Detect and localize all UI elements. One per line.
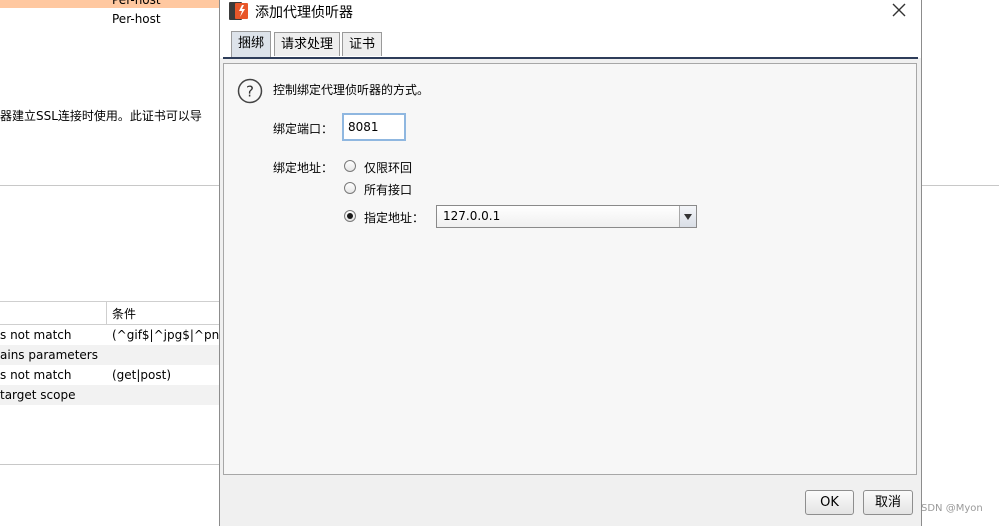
chevron-down-icon[interactable] — [679, 206, 696, 227]
help-icon: ? — [237, 78, 263, 107]
help-text: 控制绑定代理侦听器的方式。 — [273, 83, 430, 97]
dialog-title: 添加代理侦听器 — [255, 5, 353, 21]
list-item[interactable]: Per-host — [0, 9, 220, 29]
description-text: 器建立SSL连接时使用。此证书可以导 — [0, 109, 202, 123]
column-header-condition[interactable]: 条件 — [112, 305, 136, 322]
radio-label: 指定地址： — [364, 211, 425, 225]
table-cell: ains parameters — [0, 348, 98, 362]
title-bar[interactable]: 添加代理侦听器 — [220, 0, 921, 22]
svg-text:?: ? — [246, 83, 254, 101]
column-divider — [106, 302, 107, 324]
radio-button[interactable] — [344, 160, 356, 172]
close-icon[interactable] — [890, 1, 908, 19]
radio-label: 仅限环回 — [364, 161, 413, 175]
tab-certificate[interactable]: 证书 — [342, 32, 383, 56]
table-row[interactable]: ains parameters — [0, 345, 220, 365]
table-row[interactable]: s not match (^gif$|^jpg$|^png$|^c — [0, 325, 220, 345]
address-select[interactable]: 127.0.0.1 — [436, 205, 697, 228]
table-row[interactable]: s not match (get|post) — [0, 365, 220, 385]
table-row[interactable]: target scope — [0, 385, 220, 405]
app-logo-icon — [229, 2, 249, 23]
divider — [922, 185, 999, 186]
table-cell: s not match — [0, 328, 72, 342]
add-proxy-listener-dialog: 添加代理侦听器 捆绑 请求处理 证书 ? 控制绑定代理侦听器的方式。 绑定端口：… — [219, 0, 922, 526]
table-cell: (get|post) — [112, 368, 172, 382]
watermark: CSDN @Myon⁠ — [914, 503, 983, 514]
table-cell: (^gif$|^jpg$|^png$|^c — [112, 328, 220, 342]
port-input[interactable] — [342, 113, 406, 141]
port-label: 绑定端口： — [273, 122, 334, 136]
tab-binding[interactable]: 捆绑 — [231, 31, 272, 57]
table-cell: target scope — [0, 388, 76, 402]
divider — [0, 464, 220, 465]
cancel-button[interactable]: 取消 — [863, 490, 913, 515]
radio-label: 所有接口 — [364, 183, 413, 197]
list-item-value: Per-host — [112, 12, 161, 26]
radio-button[interactable] — [344, 182, 356, 194]
address-label: 绑定地址： — [273, 161, 334, 175]
tab-underline — [223, 57, 918, 59]
table-header: 条件 — [0, 301, 220, 325]
address-select-value: 127.0.0.1 — [443, 209, 501, 223]
tab-strip: 捆绑 请求处理 证书 — [220, 22, 921, 58]
divider — [0, 185, 220, 186]
table-cell: s not match — [0, 368, 72, 382]
binding-panel: ? 控制绑定代理侦听器的方式。 绑定端口： 绑定地址： 仅限环回 所有接口 指定… — [223, 63, 917, 475]
radio-button[interactable] — [344, 210, 356, 222]
ok-button[interactable]: OK — [805, 490, 854, 515]
tab-request-handling[interactable]: 请求处理 — [274, 32, 341, 56]
